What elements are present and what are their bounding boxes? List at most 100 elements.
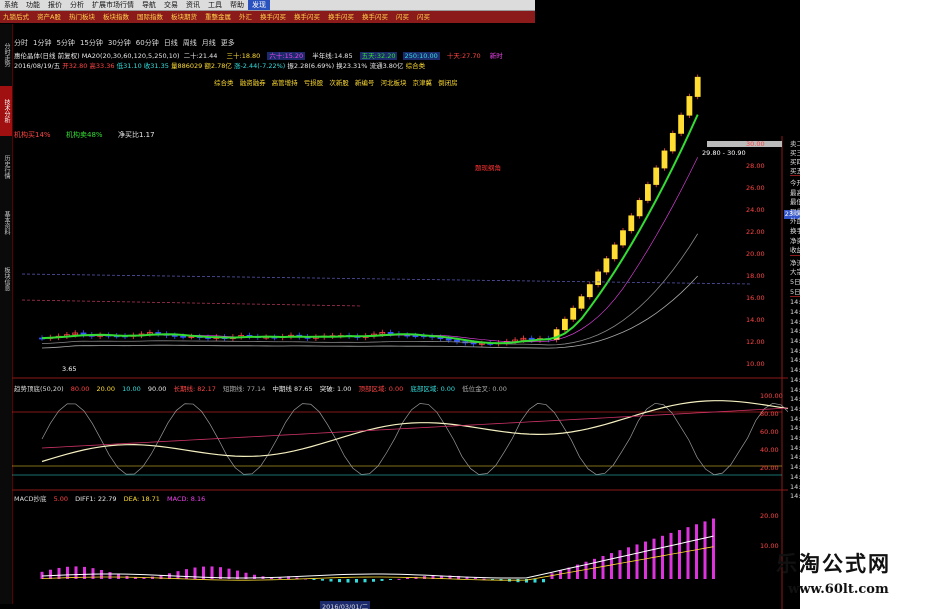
tab-11[interactable]: 换手闪买 [359,11,391,23]
candle-body [695,77,700,96]
tick-row: 14:5731.18404.4万S [790,298,800,308]
macd-bar [41,572,44,579]
tab-13[interactable]: 闪买 [414,11,433,23]
price-axis-tick: 20.00 [746,250,765,258]
macd-bar [364,579,367,582]
order-book-label: 买三 [790,147,800,156]
order-book-row[interactable]: 买三31.3722.6万 [790,147,800,156]
tick-row: 14:5831.251305.9万B [790,424,800,434]
ma-line-slow [42,234,698,345]
candle-body [579,297,584,309]
fund-flow-label: 5日净流入 [790,276,800,285]
price-axis-tick: 24.00 [746,206,765,214]
stat-row: 外盘422792内盘463237 [790,215,800,224]
order-book-row[interactable]: 卖二31.384.7万 [790,138,800,147]
tab-4[interactable]: 国际指数 [134,11,166,23]
macd-bar [109,572,112,579]
menu-item-help[interactable]: 帮助 [226,0,248,10]
left-tab-sector[interactable]: 板块信息 [0,254,12,304]
tick-time: 14:58 [790,366,800,376]
menu-item-function[interactable]: 功能 [22,0,44,10]
macd-bar [347,579,350,583]
menu-item-extended-market[interactable]: 扩展市场行情 [88,0,138,10]
price-axis-tick: 18.00 [746,272,765,280]
tab-6[interactable]: 重整金属 [202,11,234,23]
tab-12[interactable]: 闪买 [393,11,412,23]
menu-item-tools[interactable]: 工具 [204,0,226,10]
price-axis-tick: 14.00 [746,316,765,324]
tab-10[interactable]: 换手闪买 [325,11,357,23]
tick-time: 14:58 [790,424,800,434]
macd-bar [185,569,188,579]
resistance-line [22,274,752,284]
tick-time: 14:58 [790,415,800,425]
menu-item-info[interactable]: 资讯 [182,0,204,10]
stat-label: 净资 [790,235,800,244]
osc-axis-tick: 60.00 [760,428,779,436]
macd-bar [559,570,562,579]
macd-bar [313,579,316,580]
macd-bar [483,579,486,580]
tick-time: 14:57 [790,318,800,328]
macd-bar [330,579,333,582]
tick-time: 14:58 [790,405,800,415]
menu-item-system[interactable]: 系统 [0,0,22,10]
tab-0[interactable]: 九锁后式 [0,11,32,23]
tab-7[interactable]: 外汇 [236,11,255,23]
price-axis-tick: 12.00 [746,338,765,346]
left-tab-intraday[interactable]: 分时走势 [0,30,12,80]
osc-axis-tick: 80.00 [760,410,779,418]
macd-bar [712,519,715,579]
price-axis-tick: 26.00 [746,184,765,192]
candle-body [562,319,567,329]
order-book-label: 买五 [790,165,800,174]
trend-gold: 低位金叉: 0.00 [462,385,507,393]
order-book-row[interactable]: 买五31.3567.7万 [790,165,800,174]
kline-chart[interactable] [12,24,788,609]
tab-1[interactable]: 资产A股 [34,11,64,23]
left-tab-fundamentals[interactable]: 基本资料 [0,198,12,248]
macd-bar [534,579,537,583]
tick-time: 14:57 [790,347,800,357]
order-book-row[interactable]: 买四31.3645.2万 [790,156,800,165]
ma-line-mid [42,276,698,348]
macd-bar [542,579,545,582]
tab-5[interactable]: 板块期货 [168,11,200,23]
left-tab-technical[interactable]: 技术分析 [0,86,12,136]
stat-label: 最低 [790,196,800,205]
candle-body [621,231,626,245]
macd-indicator-name[interactable]: MACD抄底 [14,495,46,503]
tab-8[interactable]: 换手闪买 [257,11,289,23]
macd-bar [653,539,656,579]
macd-bar [678,530,681,579]
fund-flow-row: 5日净流入-7.01亿-5% [790,276,800,285]
osc-line-long [42,408,788,448]
divider [790,175,800,176]
macd-v0: 5.00 [54,495,68,503]
menu-item-discover[interactable]: 发现 [248,0,270,10]
trend-break: 突破: 1.00 [320,385,352,393]
trend-indicator-name[interactable]: 趋势顶底(50,20) [14,385,64,393]
left-tab-history[interactable]: 历史行情 [0,142,12,192]
macd-bar [687,527,690,579]
tab-9[interactable]: 换手闪买 [291,11,323,23]
menu-item-navigation[interactable]: 导航 [138,0,160,10]
tick-time: 14:57 [790,308,800,318]
order-book-label: 买四 [790,156,800,165]
tick-time: 14:58 [790,376,800,386]
menu-item-trade[interactable]: 交易 [160,0,182,10]
candle-body [471,343,476,344]
macd-dea: DEA: 18.71 [124,495,160,503]
tab-3[interactable]: 板块指数 [100,11,132,23]
tick-row: 14:5831.12645.4万S [790,376,800,386]
macd-bar [670,533,673,579]
stat-label: 现量 [790,206,800,215]
menu-item-quote[interactable]: 报价 [44,0,66,10]
tick-row: 14:5831.15405.8万B [790,395,800,405]
fund-flow-label: 5日大宗流入 [790,286,800,295]
candle-body [455,340,460,341]
tab-2[interactable]: 热门板块 [66,11,98,23]
macd-diff: DIFF1: 22.79 [75,495,116,503]
menu-item-analysis[interactable]: 分析 [66,0,88,10]
osc-line-mid [42,401,788,462]
